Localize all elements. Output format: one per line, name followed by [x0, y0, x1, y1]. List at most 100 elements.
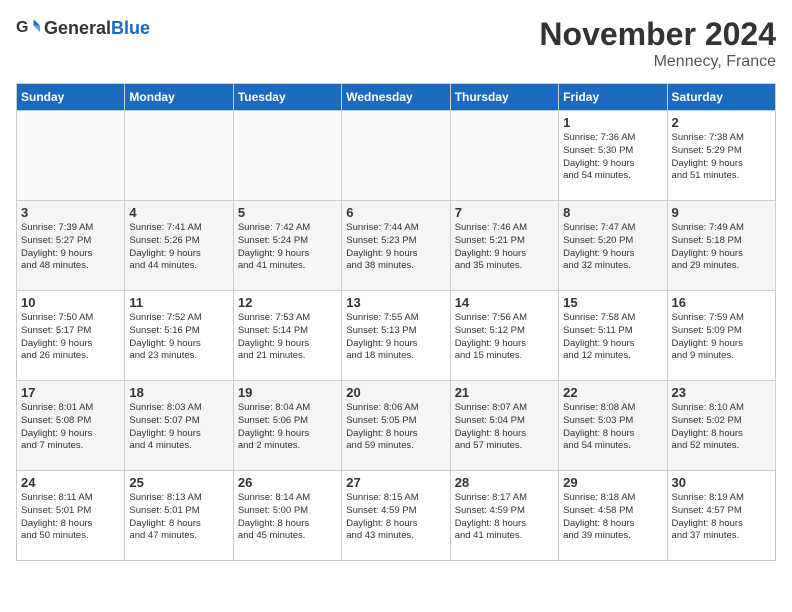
- day-info: Sunrise: 7:53 AM Sunset: 5:14 PM Dayligh…: [238, 312, 337, 363]
- day-cell: 22 Sunrise: 8:08 AM Sunset: 5:03 PM Dayli…: [559, 381, 667, 471]
- day-number: 23: [672, 385, 771, 400]
- day-cell: [125, 111, 233, 201]
- day-cell: 8 Sunrise: 7:47 AM Sunset: 5:20 PM Daylig…: [559, 201, 667, 291]
- day-cell: 18 Sunrise: 8:03 AM Sunset: 5:07 PM Dayli…: [125, 381, 233, 471]
- day-number: 26: [238, 475, 337, 490]
- day-cell: 10Sunrise: 7:50 AM Sunset: 5:17 PM Dayli…: [17, 291, 125, 381]
- day-info: Sunrise: 8:07 AM Sunset: 5:04 PM Dayligh…: [455, 402, 554, 453]
- day-number: 18: [129, 385, 228, 400]
- page-header: G GeneralBlue November 2024 Mennecy, Fra…: [16, 16, 776, 71]
- logo-general: General: [44, 18, 111, 38]
- week-row-2: 3Sunrise: 7:39 AM Sunset: 5:27 PM Daylig…: [17, 201, 776, 291]
- day-cell: [450, 111, 558, 201]
- day-cell: 2Sunrise: 7:38 AM Sunset: 5:29 PM Daylig…: [667, 111, 775, 201]
- day-number: 27: [346, 475, 445, 490]
- col-header-wednesday: Wednesday: [342, 84, 450, 111]
- day-cell: 23 Sunrise: 8:10 AM Sunset: 5:02 PM Dayli…: [667, 381, 775, 471]
- day-info: Sunrise: 8:10 AM Sunset: 5:02 PM Dayligh…: [672, 402, 771, 453]
- day-cell: 13 Sunrise: 7:55 AM Sunset: 5:13 PM Dayli…: [342, 291, 450, 381]
- col-header-thursday: Thursday: [450, 84, 558, 111]
- month-title: November 2024: [539, 16, 776, 53]
- day-info: Sunrise: 8:14 AM Sunset: 5:00 PM Dayligh…: [238, 492, 337, 543]
- day-number: 9: [672, 205, 771, 220]
- day-cell: 25 Sunrise: 8:13 AM Sunset: 5:01 PM Dayli…: [125, 471, 233, 561]
- day-cell: 6Sunrise: 7:44 AM Sunset: 5:23 PM Daylig…: [342, 201, 450, 291]
- day-info: Sunrise: 8:19 AM Sunset: 4:57 PM Dayligh…: [672, 492, 771, 543]
- day-number: 3: [21, 205, 120, 220]
- day-number: 20: [346, 385, 445, 400]
- day-cell: 11 Sunrise: 7:52 AM Sunset: 5:16 PM Dayli…: [125, 291, 233, 381]
- day-number: 21: [455, 385, 554, 400]
- day-info: Sunrise: 8:08 AM Sunset: 5:03 PM Dayligh…: [563, 402, 662, 453]
- col-header-friday: Friday: [559, 84, 667, 111]
- day-number: 30: [672, 475, 771, 490]
- day-number: 13: [346, 295, 445, 310]
- day-cell: 17Sunrise: 8:01 AM Sunset: 5:08 PM Dayli…: [17, 381, 125, 471]
- day-number: 8: [563, 205, 662, 220]
- day-info: Sunrise: 8:15 AM Sunset: 4:59 PM Dayligh…: [346, 492, 445, 543]
- day-info: Sunrise: 7:44 AM Sunset: 5:23 PM Dayligh…: [346, 222, 445, 273]
- calendar-table: SundayMondayTuesdayWednesdayThursdayFrid…: [16, 83, 776, 561]
- day-number: 15: [563, 295, 662, 310]
- day-number: 12: [238, 295, 337, 310]
- day-cell: 4 Sunrise: 7:41 AM Sunset: 5:26 PM Daylig…: [125, 201, 233, 291]
- day-info: Sunrise: 7:58 AM Sunset: 5:11 PM Dayligh…: [563, 312, 662, 363]
- day-cell: 20 Sunrise: 8:06 AM Sunset: 5:05 PM Dayli…: [342, 381, 450, 471]
- day-cell: 12 Sunrise: 7:53 AM Sunset: 5:14 PM Dayli…: [233, 291, 341, 381]
- day-info: Sunrise: 8:18 AM Sunset: 4:58 PM Dayligh…: [563, 492, 662, 543]
- day-info: Sunrise: 7:36 AM Sunset: 5:30 PM Dayligh…: [563, 132, 662, 183]
- day-cell: 26 Sunrise: 8:14 AM Sunset: 5:00 PM Dayli…: [233, 471, 341, 561]
- week-row-5: 24 Sunrise: 8:11 AM Sunset: 5:01 PM Dayli…: [17, 471, 776, 561]
- day-number: 17: [21, 385, 120, 400]
- day-info: Sunrise: 7:47 AM Sunset: 5:20 PM Dayligh…: [563, 222, 662, 273]
- day-cell: [17, 111, 125, 201]
- col-header-tuesday: Tuesday: [233, 84, 341, 111]
- day-info: Sunrise: 8:03 AM Sunset: 5:07 PM Dayligh…: [129, 402, 228, 453]
- day-cell: 24 Sunrise: 8:11 AM Sunset: 5:01 PM Dayli…: [17, 471, 125, 561]
- day-info: Sunrise: 8:17 AM Sunset: 4:59 PM Dayligh…: [455, 492, 554, 543]
- day-info: Sunrise: 8:11 AM Sunset: 5:01 PM Dayligh…: [21, 492, 120, 543]
- day-info: Sunrise: 7:46 AM Sunset: 5:21 PM Dayligh…: [455, 222, 554, 273]
- day-number: 29: [563, 475, 662, 490]
- location-title: Mennecy, France: [539, 53, 776, 71]
- day-number: 24: [21, 475, 120, 490]
- day-cell: 1 Sunrise: 7:36 AM Sunset: 5:30 PM Daylig…: [559, 111, 667, 201]
- day-info: Sunrise: 7:52 AM Sunset: 5:16 PM Dayligh…: [129, 312, 228, 363]
- logo: G GeneralBlue: [16, 16, 150, 40]
- day-cell: 15 Sunrise: 7:58 AM Sunset: 5:11 PM Dayli…: [559, 291, 667, 381]
- day-info: Sunrise: 8:13 AM Sunset: 5:01 PM Dayligh…: [129, 492, 228, 543]
- day-number: 25: [129, 475, 228, 490]
- day-info: Sunrise: 7:56 AM Sunset: 5:12 PM Dayligh…: [455, 312, 554, 363]
- day-info: Sunrise: 7:42 AM Sunset: 5:24 PM Dayligh…: [238, 222, 337, 273]
- week-row-3: 10Sunrise: 7:50 AM Sunset: 5:17 PM Dayli…: [17, 291, 776, 381]
- col-header-monday: Monday: [125, 84, 233, 111]
- day-info: Sunrise: 7:55 AM Sunset: 5:13 PM Dayligh…: [346, 312, 445, 363]
- day-cell: 30 Sunrise: 8:19 AM Sunset: 4:57 PM Dayli…: [667, 471, 775, 561]
- day-cell: [233, 111, 341, 201]
- day-number: 22: [563, 385, 662, 400]
- day-number: 1: [563, 115, 662, 130]
- day-number: 4: [129, 205, 228, 220]
- day-info: Sunrise: 8:04 AM Sunset: 5:06 PM Dayligh…: [238, 402, 337, 453]
- day-number: 2: [672, 115, 771, 130]
- day-cell: 7Sunrise: 7:46 AM Sunset: 5:21 PM Daylig…: [450, 201, 558, 291]
- day-info: Sunrise: 7:50 AM Sunset: 5:17 PM Dayligh…: [21, 312, 120, 363]
- logo-blue: Blue: [111, 18, 150, 38]
- day-info: Sunrise: 7:49 AM Sunset: 5:18 PM Dayligh…: [672, 222, 771, 273]
- title-block: November 2024 Mennecy, France: [539, 16, 776, 71]
- day-number: 11: [129, 295, 228, 310]
- day-info: Sunrise: 7:59 AM Sunset: 5:09 PM Dayligh…: [672, 312, 771, 363]
- week-row-4: 17Sunrise: 8:01 AM Sunset: 5:08 PM Dayli…: [17, 381, 776, 471]
- day-cell: 16Sunrise: 7:59 AM Sunset: 5:09 PM Dayli…: [667, 291, 775, 381]
- day-cell: 14 Sunrise: 7:56 AM Sunset: 5:12 PM Dayli…: [450, 291, 558, 381]
- col-header-saturday: Saturday: [667, 84, 775, 111]
- day-number: 14: [455, 295, 554, 310]
- day-number: 5: [238, 205, 337, 220]
- col-header-sunday: Sunday: [17, 84, 125, 111]
- day-info: Sunrise: 8:06 AM Sunset: 5:05 PM Dayligh…: [346, 402, 445, 453]
- svg-text:G: G: [16, 19, 28, 36]
- day-cell: 29 Sunrise: 8:18 AM Sunset: 4:58 PM Dayli…: [559, 471, 667, 561]
- day-cell: 21 Sunrise: 8:07 AM Sunset: 5:04 PM Dayli…: [450, 381, 558, 471]
- day-number: 19: [238, 385, 337, 400]
- day-info: Sunrise: 7:41 AM Sunset: 5:26 PM Dayligh…: [129, 222, 228, 273]
